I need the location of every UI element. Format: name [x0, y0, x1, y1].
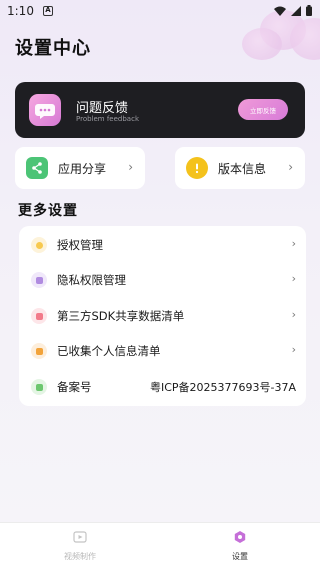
list-item-label: 备案号	[57, 380, 92, 394]
collected-info-icon	[31, 343, 47, 359]
feedback-subtitle: Problem feedback	[76, 115, 139, 123]
list-item-collected-info[interactable]: 已收集个人信息清单 ›	[19, 334, 306, 368]
status-time: 1:10	[7, 4, 34, 18]
nav-label: 设置	[232, 552, 248, 561]
sdk-list-icon	[31, 308, 47, 324]
chevron-right-icon: ›	[291, 343, 296, 356]
wifi-icon	[274, 6, 286, 16]
feedback-title: 问题反馈	[76, 101, 129, 116]
chevron-right-icon: ›	[291, 272, 296, 285]
app-share-label: 应用分享	[58, 162, 107, 176]
version-info-label: 版本信息	[218, 162, 267, 176]
list-item-label: 已收集个人信息清单	[57, 344, 161, 358]
battery-icon	[306, 5, 312, 16]
nav-label: 视频制作	[64, 552, 96, 561]
share-icon	[26, 157, 48, 179]
status-bar: 1:10 A	[0, 0, 320, 24]
list-item-label: 隐私权限管理	[57, 273, 126, 287]
notification-icon: A	[43, 6, 53, 16]
chevron-right-icon: ›	[291, 237, 296, 250]
record-number: 粤ICP备2025377693号-37A	[149, 381, 296, 394]
signal-icon	[291, 5, 301, 16]
list-item-sdk[interactable]: 第三方SDK共享数据清单 ›	[19, 299, 306, 333]
list-item-authorization[interactable]: 授权管理 ›	[19, 228, 306, 262]
chat-icon	[29, 94, 61, 126]
authorization-icon	[31, 237, 47, 253]
page-title: 设置中心	[15, 38, 91, 59]
version-info-card[interactable]: 版本信息 ›	[175, 147, 305, 189]
list-item-label: 第三方SDK共享数据清单	[57, 309, 185, 323]
list-item-privacy[interactable]: 隐私权限管理 ›	[19, 263, 306, 297]
app-share-card[interactable]: 应用分享 ›	[15, 147, 145, 189]
nav-video[interactable]: 视频制作	[40, 529, 120, 562]
feedback-card[interactable]: 问题反馈 Problem feedback 立即反馈	[15, 82, 305, 138]
settings-icon	[234, 531, 246, 543]
record-icon	[31, 379, 47, 395]
feedback-button[interactable]: 立即反馈	[238, 99, 288, 120]
chevron-right-icon: ›	[288, 160, 293, 174]
bottom-nav: 视频制作 设置	[0, 522, 320, 568]
chevron-right-icon: ›	[291, 308, 296, 321]
chevron-right-icon: ›	[128, 160, 133, 174]
list-item-label: 授权管理	[57, 238, 103, 252]
section-title: 更多设置	[18, 203, 78, 219]
settings-list: 授权管理 › 隐私权限管理 › 第三方SDK共享数据清单 › 已收集个人信息清单…	[19, 226, 306, 406]
privacy-icon	[31, 272, 47, 288]
list-item-record: 备案号 粤ICP备2025377693号-37A	[19, 370, 306, 404]
video-icon	[73, 531, 87, 543]
nav-settings[interactable]: 设置	[200, 529, 280, 562]
info-icon	[186, 157, 208, 179]
status-right	[274, 5, 312, 16]
